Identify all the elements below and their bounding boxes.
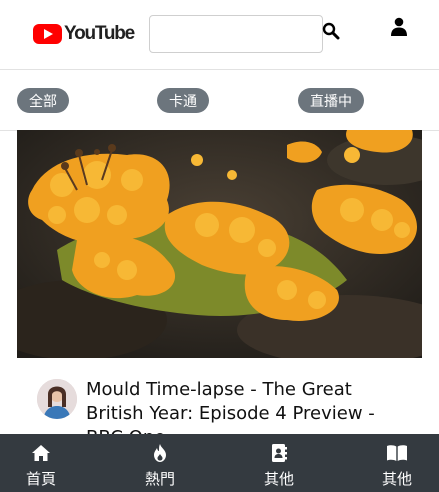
user-account-button[interactable] bbox=[390, 17, 408, 37]
channel-avatar[interactable] bbox=[37, 379, 77, 419]
home-icon bbox=[32, 445, 50, 461]
open-book-icon bbox=[387, 445, 407, 461]
nav-other-book[interactable]: 其他 bbox=[367, 434, 427, 492]
search-icon bbox=[322, 22, 340, 40]
search-button[interactable] bbox=[322, 22, 340, 40]
fire-icon bbox=[154, 444, 166, 462]
category-chips: 全部 卡通 直播中 bbox=[0, 70, 439, 131]
nav-label: 其他 bbox=[381, 471, 412, 488]
nav-home[interactable]: 首頁 bbox=[11, 434, 71, 492]
chip-label: 卡通 bbox=[169, 92, 197, 109]
play-logo-icon bbox=[33, 24, 62, 44]
top-header: YouTube bbox=[0, 0, 439, 70]
logo-text: YouTube bbox=[64, 23, 135, 44]
chip-label: 直播中 bbox=[310, 92, 352, 109]
chip-cartoon[interactable]: 卡通 bbox=[157, 88, 209, 113]
chip-live[interactable]: 直播中 bbox=[298, 88, 364, 113]
video-thumbnail[interactable] bbox=[17, 130, 422, 358]
chip-all[interactable]: 全部 bbox=[17, 88, 69, 113]
contact-book-icon bbox=[272, 444, 287, 462]
bottom-nav: 首頁 熱門 其他 其他 bbox=[0, 434, 439, 492]
nav-label: 其他 bbox=[263, 471, 294, 488]
slime-mould-image bbox=[17, 130, 422, 358]
chip-label: 全部 bbox=[29, 92, 57, 109]
nav-label: 熱門 bbox=[144, 471, 175, 488]
youtube-logo[interactable]: YouTube bbox=[33, 22, 135, 46]
nav-other-contacts[interactable]: 其他 bbox=[249, 434, 309, 492]
search-input[interactable] bbox=[149, 15, 323, 53]
avatar-image bbox=[37, 379, 77, 419]
user-icon bbox=[391, 17, 407, 36]
nav-trending[interactable]: 熱門 bbox=[130, 434, 190, 492]
nav-label: 首頁 bbox=[25, 471, 56, 488]
